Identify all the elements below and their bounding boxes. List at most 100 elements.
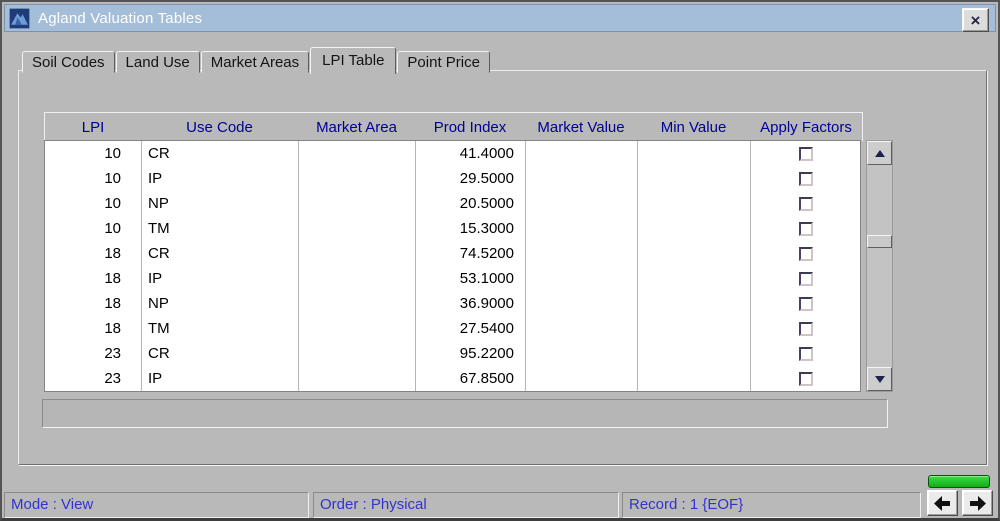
cell-min-value[interactable] — [637, 191, 750, 216]
table-row[interactable]: 10 TM 15.3000 — [45, 216, 860, 241]
cell-lpi[interactable]: 10 — [45, 191, 141, 216]
scrollbar-thumb[interactable] — [867, 235, 892, 248]
table-row[interactable]: 18 CR 74.5200 — [45, 241, 860, 266]
cell-min-value[interactable] — [637, 216, 750, 241]
cell-prod-index[interactable]: 74.5200 — [415, 241, 525, 266]
cell-min-value[interactable] — [637, 341, 750, 366]
cell-prod-index[interactable]: 20.5000 — [415, 191, 525, 216]
cell-market-value[interactable] — [525, 316, 637, 341]
apply-factors-checkbox[interactable] — [798, 271, 813, 286]
cell-apply-factors — [750, 191, 860, 216]
cell-prod-index[interactable]: 53.1000 — [415, 266, 525, 291]
cell-apply-factors — [750, 291, 860, 316]
cell-prod-index[interactable]: 95.2200 — [415, 341, 525, 366]
cell-market-area[interactable] — [298, 316, 415, 341]
cell-market-value[interactable] — [525, 366, 637, 391]
cell-use-code[interactable]: CR — [141, 241, 298, 266]
apply-factors-checkbox[interactable] — [798, 371, 813, 386]
cell-use-code[interactable]: NP — [141, 291, 298, 316]
apply-factors-checkbox[interactable] — [798, 196, 813, 211]
cell-market-value[interactable] — [525, 166, 637, 191]
cell-use-code[interactable]: IP — [141, 266, 298, 291]
table-row[interactable]: 18 IP 53.1000 — [45, 266, 860, 291]
cell-use-code[interactable]: CR — [141, 141, 298, 166]
table-row[interactable]: 18 TM 27.5400 — [45, 316, 860, 341]
cell-lpi[interactable]: 23 — [45, 366, 141, 391]
close-button[interactable]: × — [962, 8, 989, 32]
apply-factors-checkbox[interactable] — [798, 221, 813, 236]
cell-use-code[interactable]: IP — [141, 366, 298, 391]
tab-soil-codes[interactable]: Soil Codes — [22, 51, 115, 73]
tab-land-use[interactable]: Land Use — [115, 51, 200, 73]
cell-prod-index[interactable]: 36.9000 — [415, 291, 525, 316]
cell-lpi[interactable]: 18 — [45, 316, 141, 341]
tab-lpi-table[interactable]: LPI Table — [310, 47, 397, 74]
scroll-up-button[interactable] — [867, 141, 892, 165]
apply-factors-checkbox[interactable] — [798, 146, 813, 161]
cell-market-value[interactable] — [525, 266, 637, 291]
cell-market-area[interactable] — [298, 241, 415, 266]
cell-market-area[interactable] — [298, 166, 415, 191]
cell-market-value[interactable] — [525, 216, 637, 241]
cell-lpi[interactable]: 18 — [45, 266, 141, 291]
cell-min-value[interactable] — [637, 366, 750, 391]
cell-lpi[interactable]: 23 — [45, 341, 141, 366]
cell-prod-index[interactable]: 15.3000 — [415, 216, 525, 241]
cell-min-value[interactable] — [637, 141, 750, 166]
table-row[interactable]: 23 IP 67.8500 — [45, 366, 860, 391]
app-icon — [9, 7, 30, 29]
table-row[interactable]: 10 NP 20.5000 — [45, 191, 860, 216]
apply-factors-checkbox[interactable] — [798, 321, 813, 336]
cell-min-value[interactable] — [637, 291, 750, 316]
cell-apply-factors — [750, 266, 860, 291]
cell-prod-index[interactable]: 29.5000 — [415, 166, 525, 191]
table-row[interactable]: 10 CR 41.4000 — [45, 141, 860, 166]
cell-min-value[interactable] — [637, 241, 750, 266]
apply-factors-checkbox[interactable] — [798, 346, 813, 361]
cell-min-value[interactable] — [637, 166, 750, 191]
cell-market-area[interactable] — [298, 216, 415, 241]
cell-min-value[interactable] — [637, 316, 750, 341]
arrow-right-icon — [970, 495, 986, 511]
apply-factors-checkbox[interactable] — [798, 246, 813, 261]
previous-record-button[interactable] — [927, 490, 958, 516]
cell-market-value[interactable] — [525, 191, 637, 216]
tab-point-price[interactable]: Point Price — [397, 51, 490, 73]
scroll-down-button[interactable] — [867, 367, 892, 391]
cell-min-value[interactable] — [637, 266, 750, 291]
cell-market-area[interactable] — [298, 266, 415, 291]
apply-factors-checkbox[interactable] — [798, 171, 813, 186]
cell-lpi[interactable]: 10 — [45, 141, 141, 166]
cell-market-area[interactable] — [298, 191, 415, 216]
table-row[interactable]: 23 CR 95.2200 — [45, 341, 860, 366]
cell-lpi[interactable]: 10 — [45, 166, 141, 191]
column-header-min-value: Min Value — [660, 118, 727, 136]
table-row[interactable]: 18 NP 36.9000 — [45, 291, 860, 316]
cell-market-area[interactable] — [298, 366, 415, 391]
apply-factors-checkbox[interactable] — [798, 296, 813, 311]
cell-prod-index[interactable]: 27.5400 — [415, 316, 525, 341]
vertical-scrollbar[interactable] — [866, 140, 893, 392]
cell-lpi[interactable]: 18 — [45, 291, 141, 316]
cell-lpi[interactable]: 10 — [45, 216, 141, 241]
cell-market-area[interactable] — [298, 341, 415, 366]
cell-use-code[interactable]: TM — [141, 316, 298, 341]
cell-use-code[interactable]: NP — [141, 191, 298, 216]
cell-use-code[interactable]: CR — [141, 341, 298, 366]
cell-prod-index[interactable]: 67.8500 — [415, 366, 525, 391]
cell-market-value[interactable] — [525, 141, 637, 166]
cell-market-value[interactable] — [525, 241, 637, 266]
next-record-button[interactable] — [962, 490, 993, 516]
edit-strip — [42, 399, 888, 428]
cell-lpi[interactable]: 18 — [45, 241, 141, 266]
table-row[interactable]: 10 IP 29.5000 — [45, 166, 860, 191]
cell-market-value[interactable] — [525, 341, 637, 366]
cell-market-value[interactable] — [525, 291, 637, 316]
cell-market-area[interactable] — [298, 141, 415, 166]
cell-market-area[interactable] — [298, 291, 415, 316]
arrow-left-icon — [934, 495, 950, 511]
cell-prod-index[interactable]: 41.4000 — [415, 141, 525, 166]
cell-use-code[interactable]: IP — [141, 166, 298, 191]
cell-use-code[interactable]: TM — [141, 216, 298, 241]
tab-market-areas[interactable]: Market Areas — [200, 51, 310, 73]
